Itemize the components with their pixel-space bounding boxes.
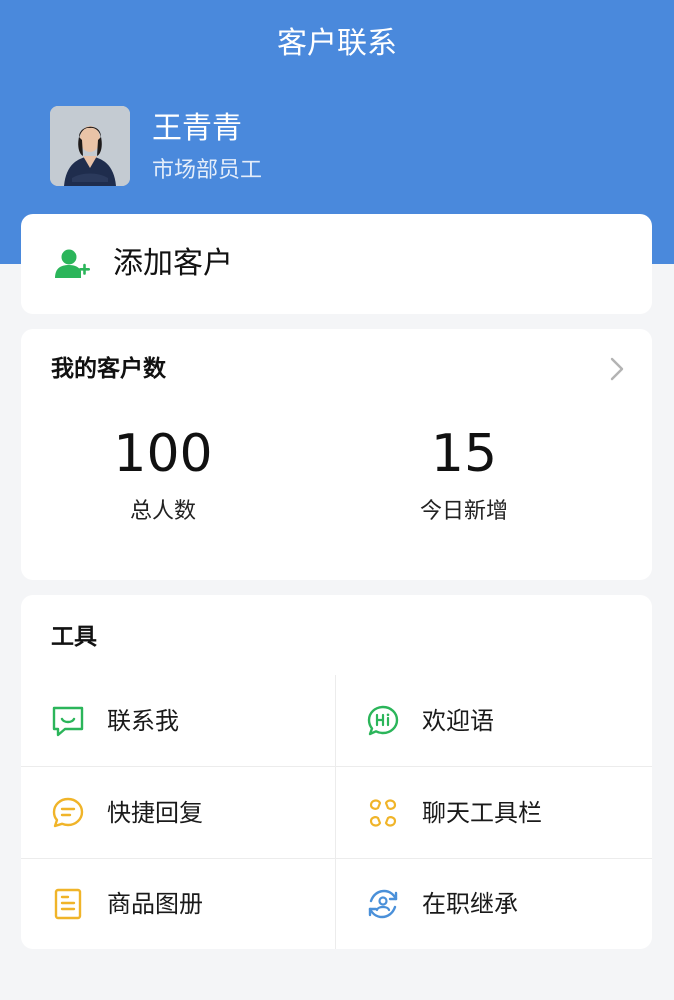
profile-text: 王青青 市场部员工: [152, 106, 262, 187]
tool-chat-toolbar-label: 聊天工具栏: [422, 798, 542, 827]
add-customer-label: 添加客户: [113, 246, 233, 281]
tool-inherit[interactable]: 在职继承: [336, 859, 652, 949]
tool-quick-reply-label: 快捷回复: [107, 798, 203, 827]
tools-grid: 联系我 欢迎语 快捷回复 聊天工具栏 商品图册 在职继承: [21, 675, 652, 949]
add-user-icon: [55, 249, 90, 278]
contact-me-icon: [52, 706, 84, 736]
avatar[interactable]: [50, 106, 130, 186]
user-name: 王青青: [152, 111, 242, 146]
tools-card: 工具 联系我 欢迎语 快捷回复 聊天工具栏 商品图册 在职继承: [21, 595, 652, 949]
user-role: 市场部员工: [152, 158, 263, 183]
tool-quick-reply[interactable]: 快捷回复: [21, 767, 336, 859]
stat-today-new-value: 15: [430, 424, 498, 484]
stat-total-label: 总人数: [129, 499, 196, 524]
tools-title: 工具: [51, 624, 97, 650]
page: 客户联系 王青青 市场部员工 添加客户 我的客户数 100 总人数 15 今日新…: [0, 0, 674, 1000]
stat-today-new-label: 今日新增: [419, 499, 508, 524]
tool-contact-me[interactable]: 联系我: [21, 675, 336, 767]
stat-total: 100 总人数: [53, 424, 273, 528]
tool-product-album[interactable]: 商品图册: [21, 859, 336, 949]
tool-chat-toolbar[interactable]: 聊天工具栏: [336, 767, 652, 859]
tool-welcome-message-label: 欢迎语: [422, 706, 494, 735]
stat-total-value: 100: [113, 424, 213, 484]
tool-contact-me-label: 联系我: [107, 706, 179, 735]
stats-title: 我的客户数: [51, 356, 166, 382]
add-customer-button[interactable]: 添加客户: [21, 214, 652, 314]
profile: 王青青 市场部员工: [50, 106, 262, 187]
inherit-icon: [368, 889, 398, 919]
avatar-person-icon: [50, 106, 130, 186]
quick-reply-icon: [52, 797, 84, 827]
customer-stats-card[interactable]: 我的客户数 100 总人数 15 今日新增: [21, 329, 652, 580]
product-album-icon: [54, 888, 82, 920]
tool-product-album-label: 商品图册: [107, 890, 203, 918]
tool-welcome-message[interactable]: 欢迎语: [336, 675, 652, 767]
page-title: 客户联系: [277, 26, 397, 61]
stat-today-new: 15 今日新增: [354, 424, 574, 528]
tool-inherit-label: 在职继承: [422, 890, 518, 918]
chevron-right-icon[interactable]: [610, 357, 624, 381]
chat-toolbar-icon: [369, 798, 397, 827]
hi-bubble-icon: [367, 705, 399, 735]
